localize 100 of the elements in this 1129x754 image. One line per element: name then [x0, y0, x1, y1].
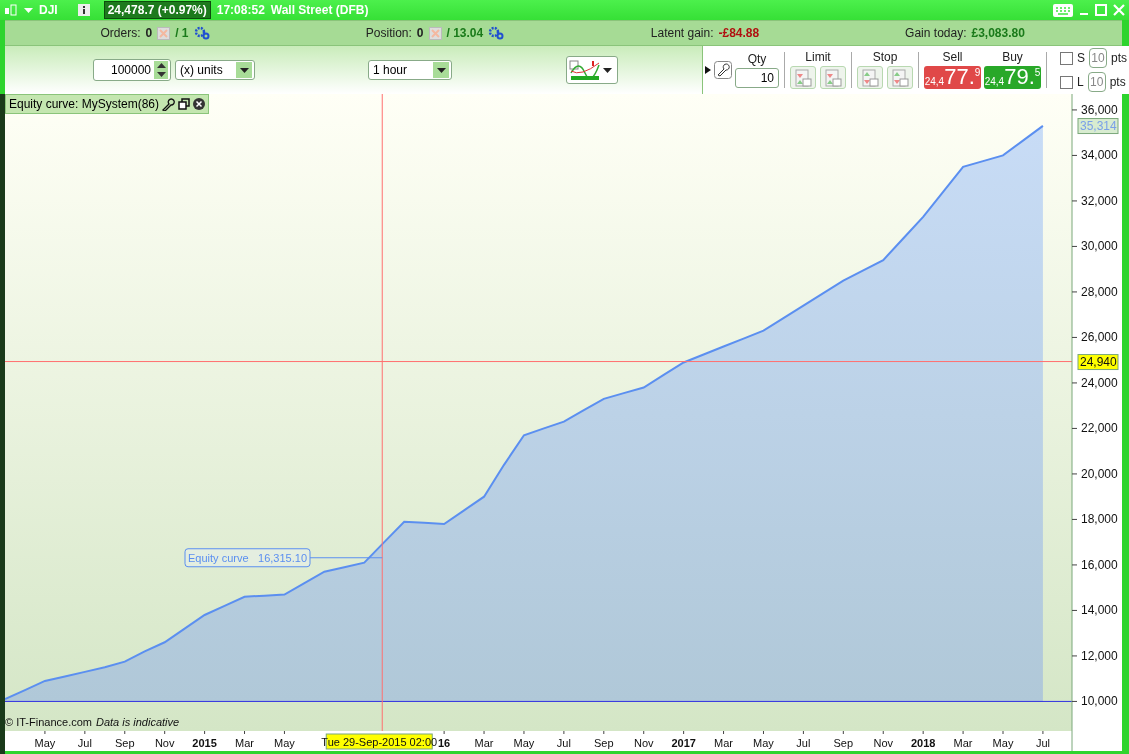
price-axis-label: 34,000	[1081, 148, 1118, 163]
axis-tick	[84, 730, 86, 735]
axis-tick	[802, 730, 804, 735]
info-value: £3,083.80	[971, 26, 1025, 40]
price-axis-label: 22,000	[1081, 421, 1118, 436]
time-axis-label: Mar	[953, 737, 973, 749]
qty-field[interactable]: 10	[735, 67, 779, 88]
order-icon	[823, 67, 843, 88]
axis-tick	[164, 730, 166, 735]
info-label: Gain today:	[905, 26, 967, 40]
quantity-spinner[interactable]: 100000	[93, 59, 171, 81]
points-field[interactable]: 10	[1087, 72, 1106, 92]
unit-dropdown[interactable]: (x) units	[175, 60, 255, 80]
axis-tick	[1071, 518, 1078, 520]
time-axis-label: Nov	[633, 737, 654, 749]
close-icon[interactable]	[193, 98, 206, 110]
expand-arrow-icon[interactable]	[705, 66, 711, 74]
axis-tick	[1071, 154, 1078, 156]
axis-tick	[1071, 200, 1078, 202]
points-unit: pts	[1109, 75, 1126, 89]
market-name: Wall Street (DFB)	[270, 3, 369, 17]
price-display: 24,478.7 (+0.97%)	[103, 1, 211, 19]
price-axis-label: 32,000	[1081, 193, 1118, 208]
price-axis-label: 24,000	[1081, 375, 1118, 390]
indicator-button[interactable]	[566, 56, 618, 84]
points-field[interactable]: 10	[1089, 48, 1107, 68]
axis-tick	[1071, 700, 1078, 702]
time-axis-label: 2018	[910, 737, 936, 749]
time-axis-label: May	[34, 737, 56, 749]
wrench-icon[interactable]	[162, 97, 176, 111]
time-axis-label: Nov	[154, 737, 175, 749]
axis-tick	[763, 730, 764, 735]
axis-tick	[124, 730, 126, 735]
axis-tick	[962, 730, 964, 735]
time-axis-label: Mar	[474, 737, 494, 749]
crosshair-price-label: 24,940	[1077, 354, 1119, 371]
stop-label: Stop	[872, 51, 898, 64]
qty-label: Qty	[747, 52, 767, 66]
axis-tick	[563, 730, 565, 735]
spin-arrows-icon[interactable]	[156, 63, 166, 77]
axis-tick	[1071, 564, 1078, 566]
restore-icon[interactable]	[178, 98, 191, 110]
checkbox[interactable]	[1060, 51, 1073, 65]
axis-tick	[523, 730, 525, 735]
time-axis-label: Mar	[235, 737, 254, 749]
time-axis-label: Jul	[1035, 737, 1050, 749]
gears-icon[interactable]	[488, 26, 505, 40]
copyright-text: © IT-Finance.com Data is indicative	[5, 716, 180, 728]
caret-icon	[24, 7, 33, 13]
info-total: / 13.04	[446, 26, 484, 40]
panel-title: Equity curve: MySystem(86)	[9, 97, 160, 111]
time-axis-label: Jul	[77, 737, 92, 749]
time-axis-label: 2017	[671, 737, 696, 749]
timeframe-dropdown[interactable]: 1 hour	[368, 60, 452, 80]
candlestick-icon	[4, 3, 18, 17]
time-axis-label: May	[513, 737, 535, 749]
info-total: / 1	[175, 26, 189, 40]
order-icon	[890, 67, 910, 88]
time-axis-label: Sep	[594, 737, 614, 749]
time-axis-label: Sep	[114, 737, 135, 749]
order-icon	[793, 67, 813, 88]
price-axis-label: 18,000	[1081, 512, 1118, 527]
info-label: Position:	[365, 26, 412, 40]
info-value: -£84.88	[718, 26, 760, 40]
axis-tick	[643, 730, 645, 735]
axis-tick	[1002, 730, 1004, 735]
time-axis-label: Mar	[714, 737, 734, 749]
time-axis-label: 16	[438, 737, 451, 749]
price-axis-label: 12,000	[1081, 648, 1118, 663]
axis-tick	[1071, 291, 1078, 293]
time-axis-label: Jul	[796, 737, 811, 749]
time-text: 17:08:52	[216, 3, 265, 17]
sell-label: Sell	[942, 51, 963, 64]
indicator-chart-icon	[569, 59, 601, 81]
wrench-icon[interactable]	[714, 61, 732, 79]
axis-tick	[1071, 336, 1078, 338]
price-axis-label: 30,000	[1081, 239, 1118, 254]
price-axis-label: 26,000	[1081, 330, 1118, 345]
axis-tick	[283, 730, 285, 735]
axis-tick	[603, 730, 605, 735]
time-axis-label: May	[992, 737, 1014, 749]
last-value-label: 35,314	[1077, 118, 1119, 135]
caret-icon	[239, 67, 249, 73]
info-icon[interactable]	[77, 4, 90, 16]
time-axis-label: Nov	[873, 737, 893, 749]
stop-type-label: S	[1077, 51, 1085, 65]
caret-icon	[436, 67, 446, 73]
info-value: 0	[416, 26, 424, 40]
axis-tick	[723, 730, 725, 735]
axis-tick	[1042, 730, 1044, 735]
axis-tick	[922, 730, 924, 735]
axis-tick	[1071, 382, 1078, 384]
time-axis-label: Jul	[556, 737, 571, 749]
gears-icon[interactable]	[193, 26, 210, 40]
checkbox[interactable]	[1060, 75, 1073, 89]
time-axis-label: 2015	[192, 737, 217, 749]
axis-tick	[683, 730, 685, 735]
info-value: 0	[145, 26, 153, 40]
axis-tick	[44, 730, 46, 735]
price-axis-label: 16,000	[1081, 557, 1118, 572]
